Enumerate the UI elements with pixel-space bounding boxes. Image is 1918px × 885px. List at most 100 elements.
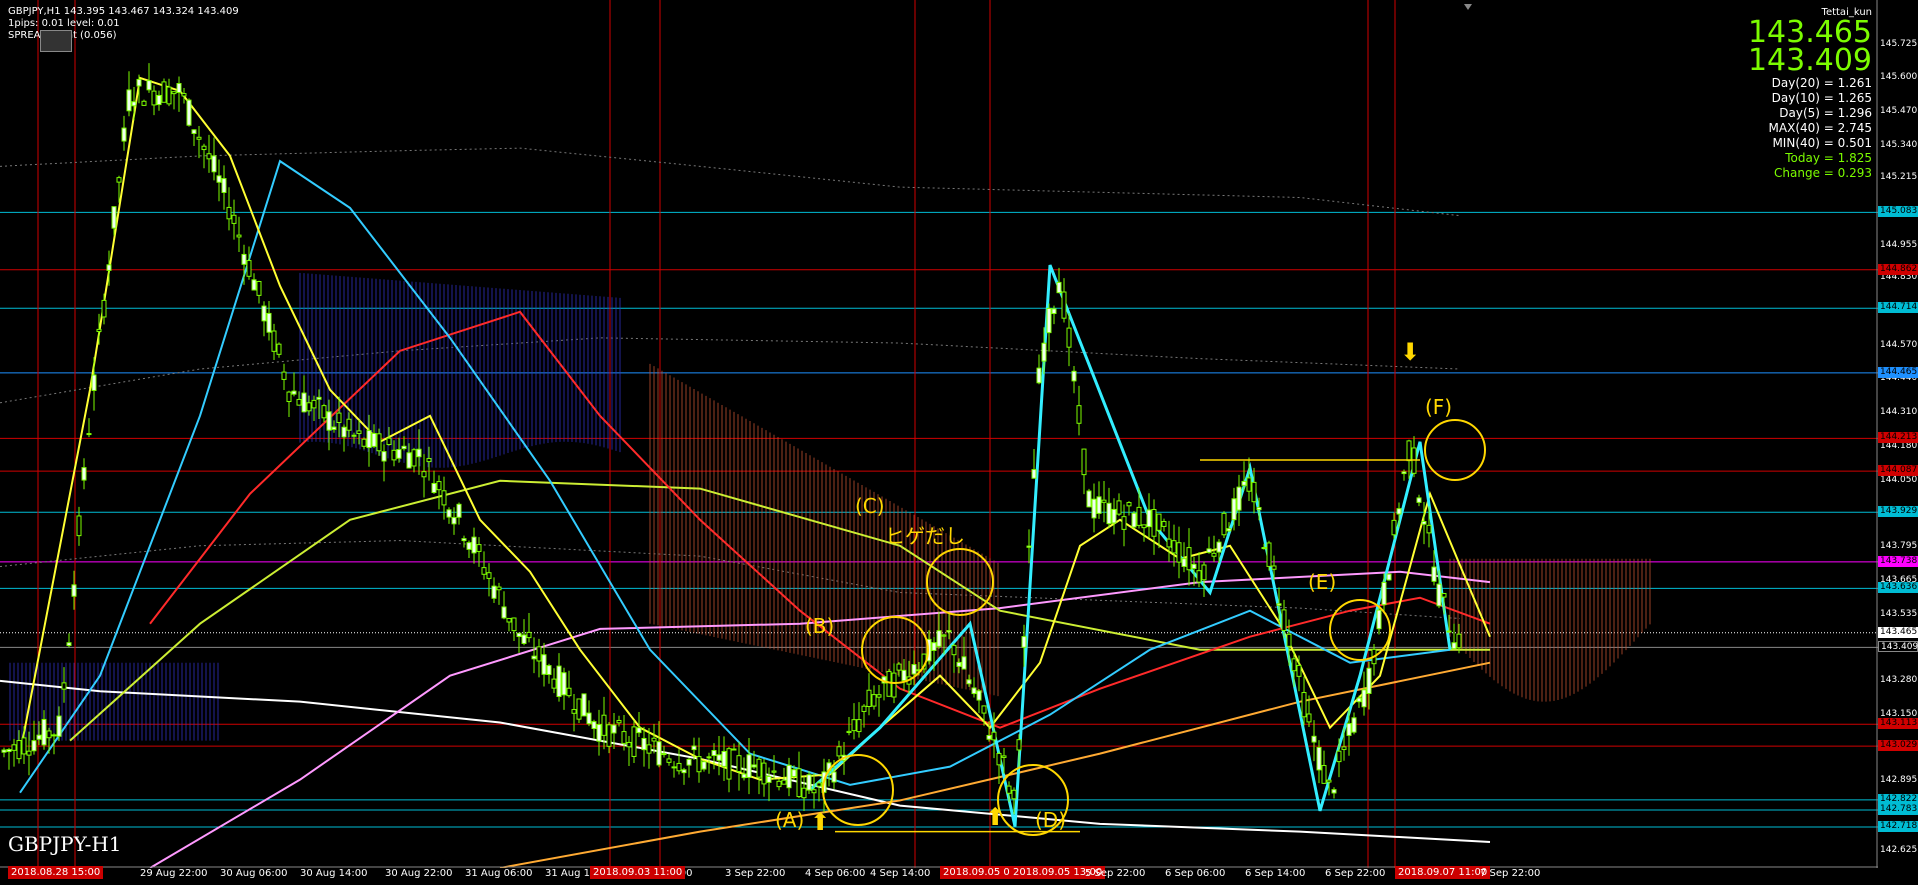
candle-bear [981,705,987,714]
candle-bear [851,719,857,732]
candle-bear [631,726,637,757]
price-axis-label: 144.310 [1880,407,1918,418]
candle-bear [846,730,852,734]
candle-bull [366,430,372,449]
candle-bear [601,714,607,736]
candle-bear [886,670,892,697]
candle-bear [1406,440,1412,462]
candle-bear [1286,633,1292,647]
candle-bear [801,787,807,799]
candle-bull [1091,498,1097,519]
candle-bear [861,705,867,712]
price-axis-label: 144.050 [1880,474,1918,485]
price-line-tag: 143.929 [1878,506,1918,518]
candle-bull [1436,583,1442,607]
candle-bull [751,764,757,768]
candle-bear [1296,664,1302,677]
time-axis-label: 7 Sep 22:00 [1480,868,1541,879]
candle-bear [1171,540,1177,554]
price-line-tag: 143.113 [1878,718,1918,730]
candle-bull [1086,490,1092,508]
candle-bear [676,762,682,772]
candle-bull [591,721,597,730]
candle-bear [1321,765,1327,784]
candle-bear [876,694,882,698]
candle-bull [961,656,967,670]
candle-bull [806,774,812,791]
candle-bear [411,449,417,467]
candle-bear [1221,512,1227,536]
candle-bull [541,654,547,675]
candle-bull [456,503,462,518]
candle-bull [301,392,307,413]
candle-bear [666,758,672,763]
candle-bull [546,665,552,676]
candle-bull [1401,471,1407,475]
candle-bear [1201,564,1207,581]
candle-bear [96,328,102,332]
price-chart[interactable] [0,0,1878,868]
stat-line: Day(10) = 1.265 [1771,91,1872,105]
candle-bull [641,737,647,751]
candle-bull [1106,502,1112,525]
candle-bull [106,264,112,271]
candle-bear [481,567,487,575]
candle-bull [56,715,62,737]
candle-bear [796,768,802,798]
candle-bear [626,741,632,748]
candle-bull [1051,308,1057,315]
candle-bear [236,234,242,238]
candle-bull [531,655,537,660]
candle-bear [1006,785,1012,794]
candle-bear [1326,779,1332,783]
candle-bull [1031,469,1037,479]
candle-bear [1176,542,1182,563]
price-axis-label: 145.215 [1880,172,1918,183]
candle-bull [381,451,387,462]
candle-bear [576,698,582,720]
candle-bear [991,731,997,741]
candle-bull [1041,342,1047,362]
price-axis-label: 142.895 [1880,774,1918,785]
long-ma-white [0,679,1491,844]
up-arrow-icon: ⬆ [810,808,831,836]
candle-bull [716,754,722,761]
candle-bull [1241,480,1247,486]
time-axis-label: 4 Sep 14:00 [870,868,931,879]
candle-bear [26,750,32,756]
candle-bear [506,617,512,623]
expert-smiley-icon[interactable] [40,30,72,52]
candle-bull [956,661,962,667]
candle-bear [1001,755,1007,758]
candle-bear [736,755,742,772]
candle-bull [791,769,797,777]
candle-bear [141,100,147,106]
ma-yellow [19,76,1491,781]
candle-bear [756,758,762,778]
candle-bear [771,770,777,773]
candle-bear [726,748,732,780]
candle-bear [566,687,572,697]
candle-bull [1261,547,1267,550]
candle-bear [1211,552,1217,557]
candle-bull [1386,573,1392,581]
candle-bull [81,467,87,481]
candle-bear [696,756,702,773]
candle-bear [1336,750,1342,763]
candle-bear [486,572,492,579]
candle-bull [146,80,152,91]
candle-bear [1066,327,1072,348]
chart-symbol-label: GBPJPY-H1 [8,832,122,856]
candle-bear [311,399,317,409]
candle-bull [701,761,707,770]
annotation-e: (E) [1308,570,1337,594]
candle-bear [866,689,872,708]
chart-window[interactable]: GBPJPY,H1 143.395 143.467 143.324 143.40… [0,0,1918,885]
stat-line: MAX(40) = 2.745 [1768,121,1872,135]
candle-bear [856,719,862,733]
candle-bull [1316,746,1322,771]
annotation-circle [926,548,994,616]
candle-bull [91,374,97,391]
candle-bull [176,83,182,93]
price-line-tag: 143.738 [1878,555,1918,567]
